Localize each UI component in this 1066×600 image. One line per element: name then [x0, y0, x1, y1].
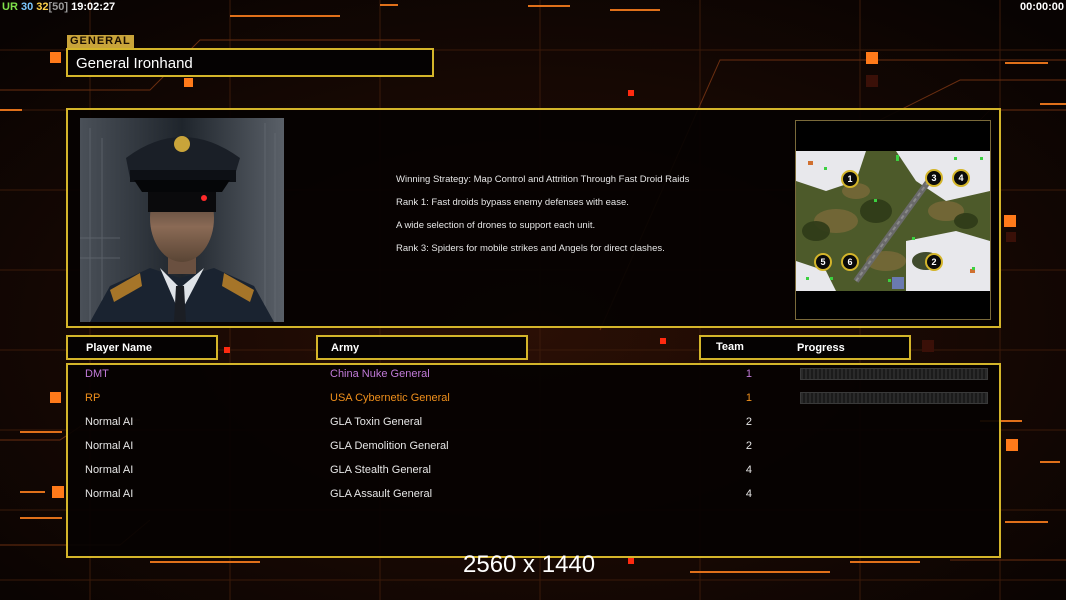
general-info-panel: Winning Strategy: Map Control and Attrit… — [66, 108, 1001, 328]
description-strategy: Winning Strategy: Map Control and Attrit… — [396, 174, 690, 185]
general-portrait-image — [80, 118, 284, 322]
player-team: 1 — [745, 368, 752, 380]
player-team: 1 — [745, 392, 752, 404]
header-army-label: Army — [331, 342, 360, 354]
svg-text:6: 6 — [847, 257, 852, 267]
header-progress-label: Progress — [797, 342, 845, 354]
player-name: Normal AI — [85, 440, 134, 452]
player-team: 4 — [745, 488, 752, 500]
map-start-4: 4 — [952, 169, 970, 187]
resolution-label: 2560 x 1440 — [463, 551, 596, 578]
player-row: Normal AI GLA Demolition General 2 — [68, 437, 999, 457]
svg-text:3: 3 — [931, 173, 936, 183]
player-army: USA Cybernetic General — [330, 392, 450, 404]
player-army: GLA Demolition General — [330, 440, 449, 452]
player-army: GLA Stealth General — [330, 464, 431, 476]
header-player-name-label: Player Name — [86, 342, 153, 354]
player-team: 2 — [745, 440, 752, 452]
header-team-label: Team — [716, 341, 744, 353]
player-progress-bar — [800, 368, 988, 380]
svg-text:2: 2 — [931, 257, 936, 267]
hud-value-2: 32 — [36, 1, 49, 13]
map-preview-image: 1 2 3 4 5 6 — [796, 121, 990, 319]
general-name-box: General Ironhand — [66, 48, 434, 77]
player-name: DMT — [85, 368, 109, 380]
hud-value-1: 30 — [20, 1, 34, 13]
player-row: DMT China Nuke General 1 — [68, 365, 999, 385]
players-panel: DMT China Nuke General 1 RP USA Cybernet… — [66, 363, 1001, 558]
player-row: Normal AI GLA Stealth General 4 — [68, 461, 999, 481]
description-rank1: Rank 1: Fast droids bypass enemy defense… — [396, 197, 629, 208]
svg-text:5: 5 — [820, 257, 825, 267]
player-progress-bar — [800, 392, 988, 404]
general-name: General Ironhand — [76, 55, 193, 72]
map-start-6: 6 — [841, 253, 859, 271]
hud-cap: [50] — [48, 1, 69, 13]
general-description: Winning Strategy: Map Control and Attrit… — [396, 174, 696, 266]
player-name: Normal AI — [85, 488, 134, 500]
map-preview: 1 2 3 4 5 6 — [795, 120, 991, 320]
map-start-3: 3 — [925, 169, 943, 187]
general-portrait — [80, 118, 284, 322]
header-player-name: Player Name — [66, 335, 218, 360]
player-row: RP USA Cybernetic General 1 — [68, 389, 999, 409]
player-army: GLA Assault General — [330, 488, 433, 500]
player-name: Normal AI — [85, 464, 134, 476]
hud-stats: UR 30 32[50] 19:02:27 — [2, 1, 115, 13]
player-team: 4 — [745, 464, 752, 476]
map-start-5: 5 — [814, 253, 832, 271]
player-army: GLA Toxin General — [330, 416, 423, 428]
player-row: Normal AI GLA Toxin General 2 — [68, 413, 999, 433]
hud-clock: 19:02:27 — [71, 1, 116, 13]
description-rank3: Rank 3: Spiders for mobile strikes and A… — [396, 243, 665, 254]
player-army: China Nuke General — [330, 368, 430, 380]
header-team-progress: Team Progress — [699, 335, 911, 360]
player-row: Normal AI GLA Assault General 4 — [68, 485, 999, 505]
map-start-1: 1 — [841, 170, 859, 188]
description-rank2: A wide selection of drones to support ea… — [396, 220, 596, 231]
header-army: Army — [316, 335, 528, 360]
hud-timer: 00:00:00 — [1019, 1, 1064, 13]
svg-text:4: 4 — [958, 173, 963, 183]
player-team: 2 — [745, 416, 752, 428]
player-name: RP — [85, 392, 101, 404]
map-start-2: 2 — [925, 253, 943, 271]
hud-ur-label: UR — [2, 1, 18, 13]
general-section-label: GENERAL — [67, 35, 134, 48]
player-name: Normal AI — [85, 416, 134, 428]
svg-text:1: 1 — [847, 174, 852, 184]
